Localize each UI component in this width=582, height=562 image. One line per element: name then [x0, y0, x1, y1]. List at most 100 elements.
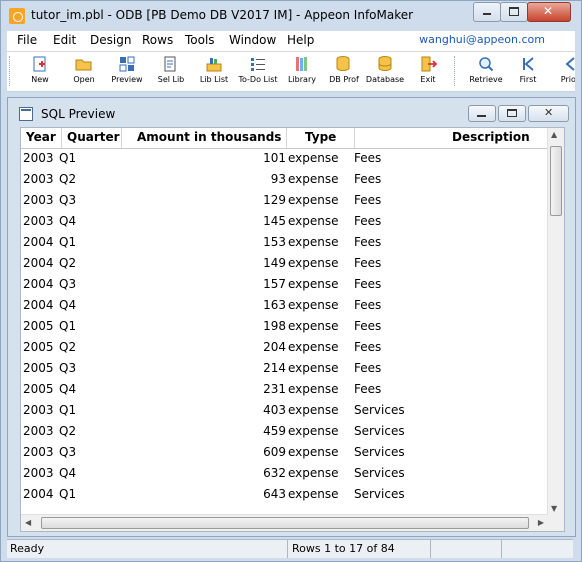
library-list-icon — [206, 58, 222, 72]
sql-preview-title-bar[interactable]: SQL Preview ✕ — [8, 98, 575, 128]
retrieve-label: Retrieve — [469, 75, 503, 84]
cell-quarter: Q3 — [59, 277, 77, 291]
sel-lib-button[interactable]: Sel Lib — [149, 54, 193, 88]
column-header-amount[interactable]: Amount in thousands — [137, 130, 281, 144]
table-row[interactable]: 2004 Q2 149 expense Fees — [21, 253, 548, 274]
column-header-year[interactable]: Year — [26, 130, 56, 144]
cell-amount: 609 — [263, 445, 286, 459]
db-prof-button[interactable]: DB Prof — [322, 54, 366, 88]
data-grid[interactable]: Year Quarter Amount in thousands Type De… — [20, 127, 565, 532]
status-segment-main: Ready — [7, 540, 288, 558]
open-label: Open — [73, 75, 95, 84]
toolbar-grip[interactable] — [9, 56, 13, 86]
cell-year: 2004 — [23, 298, 54, 312]
scroll-down-icon[interactable]: ▼ — [551, 504, 557, 513]
menu-design[interactable]: Design — [90, 33, 131, 47]
cell-amount: 101 — [263, 151, 286, 165]
column-header-type[interactable]: Type — [305, 130, 336, 144]
prior-button[interactable]: Prior — [548, 54, 575, 88]
close-button[interactable]: ✕ — [527, 2, 571, 22]
database-button[interactable]: Database — [363, 54, 407, 88]
vertical-scroll-thumb[interactable] — [550, 146, 562, 216]
cell-description: Fees — [354, 319, 382, 333]
todo-list-button[interactable]: To-Do List — [236, 54, 280, 88]
table-row[interactable]: 2003 Q4 632 expense Services — [21, 463, 548, 484]
menu-help[interactable]: Help — [287, 33, 314, 47]
cell-description: Fees — [354, 172, 382, 186]
table-row[interactable]: 2005 Q3 214 expense Fees — [21, 358, 548, 379]
column-divider[interactable] — [61, 128, 62, 148]
first-button[interactable]: First — [506, 54, 550, 88]
library-label: Library — [288, 75, 316, 84]
exit-label: Exit — [420, 75, 436, 84]
cell-year: 2004 — [23, 256, 54, 270]
table-row[interactable]: 2004 Q1 153 expense Fees — [21, 232, 548, 253]
cell-type: expense — [288, 445, 339, 459]
cell-description: Fees — [354, 235, 382, 249]
preview-label: Preview — [111, 75, 143, 84]
menu-rows[interactable]: Rows — [142, 33, 173, 47]
horizontal-scrollbar[interactable]: ◀ ▶ — [21, 514, 548, 531]
new-button[interactable]: New — [18, 54, 62, 88]
vertical-scrollbar[interactable]: ▲ ▼ — [547, 128, 564, 515]
column-divider[interactable] — [354, 128, 355, 148]
table-row[interactable]: 2003 Q4 145 expense Fees — [21, 211, 548, 232]
table-row[interactable]: 2005 Q1 198 expense Fees — [21, 316, 548, 337]
cell-type: expense — [288, 298, 339, 312]
table-row[interactable]: 2003 Q2 93 expense Fees — [21, 169, 548, 190]
table-row[interactable]: 2004 Q1 643 expense Services — [21, 484, 548, 505]
menu-file[interactable]: File — [17, 33, 37, 47]
column-divider[interactable] — [286, 128, 287, 148]
user-account-link[interactable]: wanghui@appeon.com — [419, 33, 545, 46]
child-maximize-button[interactable] — [498, 105, 526, 122]
table-row[interactable]: 2003 Q1 403 expense Services — [21, 400, 548, 421]
scroll-left-icon[interactable]: ◀ — [25, 518, 31, 527]
minimize-button[interactable] — [473, 2, 501, 22]
column-header-description[interactable]: Description — [452, 130, 530, 144]
table-row[interactable]: 2005 Q4 231 expense Fees — [21, 379, 548, 400]
child-close-button[interactable]: ✕ — [528, 105, 569, 122]
status-text: Ready — [10, 542, 45, 555]
lib-list-button[interactable]: Lib List — [192, 54, 236, 88]
maximize-button[interactable] — [500, 2, 528, 22]
title-bar[interactable]: tutor_im.pbl - ODB [PB Demo DB V2017 IM]… — [1, 1, 581, 31]
cell-type: expense — [288, 403, 339, 417]
close-icon: ✕ — [544, 106, 554, 119]
prior-label: Prior — [560, 75, 575, 84]
cell-type: expense — [288, 172, 339, 186]
cell-type: expense — [288, 214, 339, 228]
cell-amount: 204 — [263, 340, 286, 354]
open-button[interactable]: Open — [62, 54, 106, 88]
child-minimize-button[interactable] — [468, 105, 496, 122]
table-row[interactable]: 2004 Q4 163 expense Fees — [21, 295, 548, 316]
menu-edit[interactable]: Edit — [53, 33, 76, 47]
preview-button[interactable]: Preview — [105, 54, 149, 88]
toolbar-grip-2[interactable] — [454, 56, 458, 86]
infomaker-app-icon[interactable] — [9, 8, 25, 24]
retrieve-button[interactable]: Retrieve — [464, 54, 508, 88]
table-row[interactable]: 2003 Q1 101 expense Fees — [21, 148, 548, 169]
maximize-icon — [507, 109, 517, 117]
table-row[interactable]: 2003 Q3 129 expense Fees — [21, 190, 548, 211]
table-row[interactable]: 2003 Q3 609 expense Services — [21, 442, 548, 463]
table-row[interactable]: 2005 Q2 204 expense Fees — [21, 337, 548, 358]
table-row[interactable]: 2004 Q3 157 expense Fees — [21, 274, 548, 295]
cell-quarter: Q2 — [59, 256, 77, 270]
select-library-icon — [164, 56, 176, 72]
column-header-quarter[interactable]: Quarter — [67, 130, 120, 144]
table-row[interactable]: 2003 Q2 459 expense Services — [21, 421, 548, 442]
cell-type: expense — [288, 340, 339, 354]
cell-type: expense — [288, 382, 339, 396]
menu-window[interactable]: Window — [229, 33, 276, 47]
scroll-right-icon[interactable]: ▶ — [538, 518, 544, 527]
column-divider[interactable] — [121, 128, 122, 148]
cell-quarter: Q4 — [59, 382, 77, 396]
horizontal-scroll-thumb[interactable] — [41, 517, 529, 529]
exit-button[interactable]: Exit — [406, 54, 450, 88]
window-title: tutor_im.pbl - ODB [PB Demo DB V2017 IM]… — [31, 8, 414, 22]
minimize-icon — [477, 115, 486, 117]
library-button[interactable]: Library — [280, 54, 324, 88]
cell-type: expense — [288, 235, 339, 249]
menu-tools[interactable]: Tools — [185, 33, 215, 47]
scroll-up-icon[interactable]: ▲ — [551, 130, 557, 139]
